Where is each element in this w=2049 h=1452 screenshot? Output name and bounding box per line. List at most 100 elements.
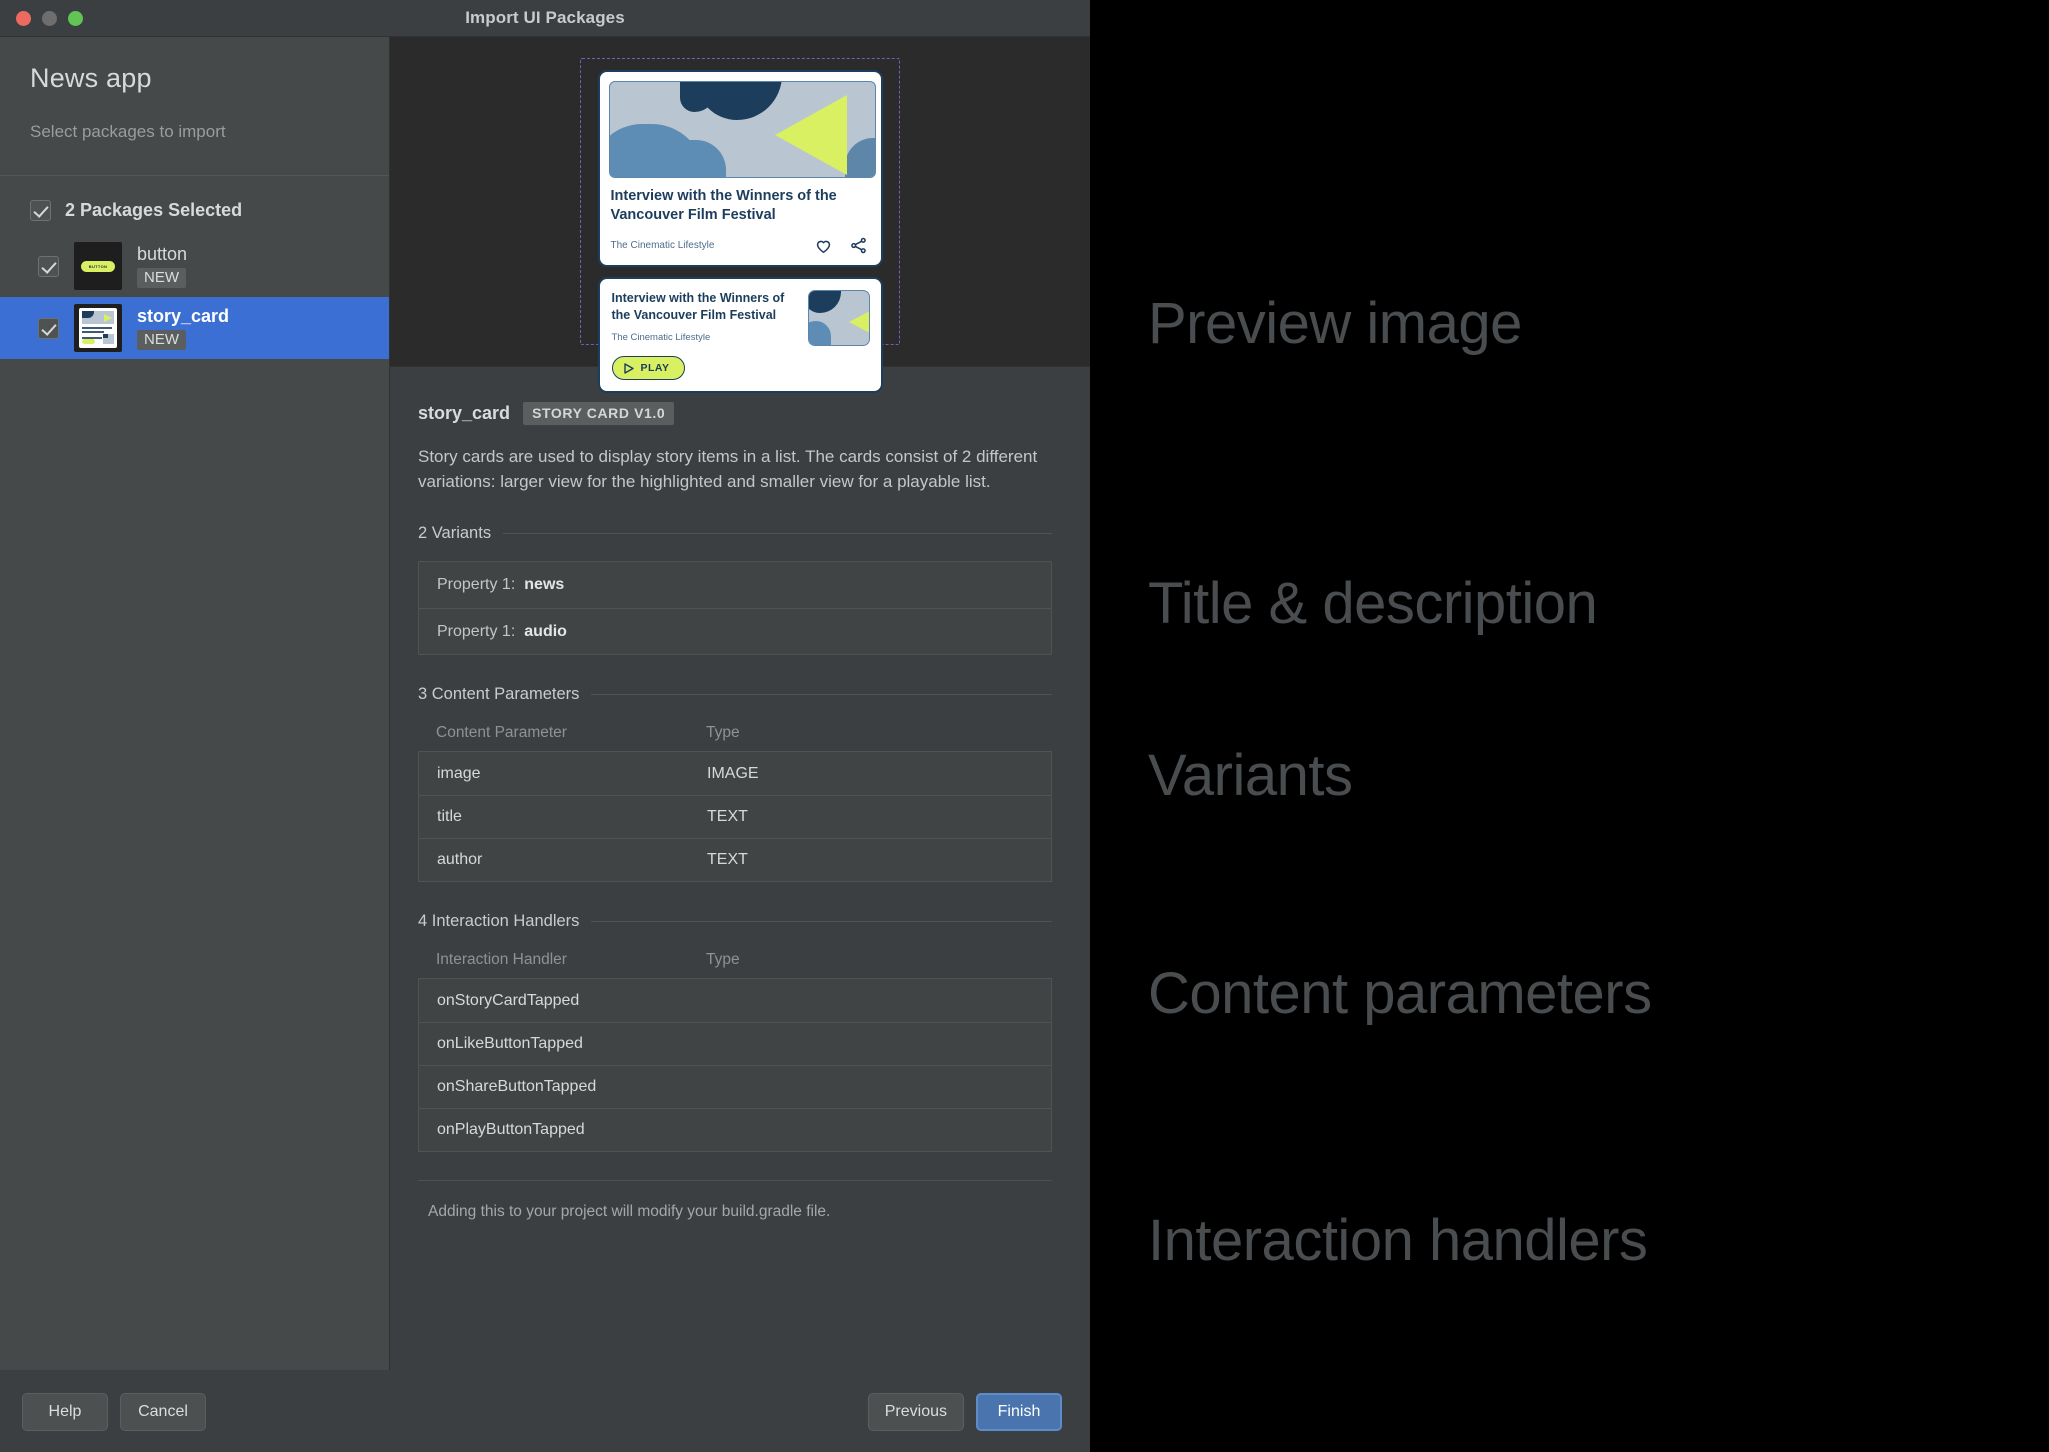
parameter-name: image [437,764,481,782]
preview-area: Interview with the Winners of the Vancou… [390,37,1090,394]
variant-value: audio [524,622,567,640]
component-details: story_card STORY CARD V1.0 Story cards a… [390,367,1090,1370]
finish-button[interactable]: Finish [976,1392,1062,1431]
content-parameters-rule [591,694,1052,696]
package-checkbox-button[interactable] [38,255,59,277]
annotation-interaction-handlers: Interaction handlers [1148,1208,1648,1273]
interaction-handlers-table: onStoryCardTapped onLikeButtonTapped onS… [418,978,1052,1153]
package-badge-button: NEW [137,268,186,288]
thumb-button-label: BUTTON [88,264,108,269]
small-card-row: Interview with the Winners of the Vancou… [612,290,870,347]
mini-image-icon [82,311,114,324]
image-blob-blue-3 [844,138,875,177]
small-image-play-triangle-icon [848,304,869,341]
parameter-type: TEXT [707,851,748,869]
packages-sidebar: News app Select packages to import 2 Pac… [0,37,390,1370]
story-card-mini-preview [79,308,117,348]
package-name-story-card: story_card [137,306,230,326]
small-card-text: Interview with the Winners of the Vancou… [612,290,798,346]
package-item-story-card[interactable]: story_card NEW [0,297,389,359]
column-header-content-parameter: Content Parameter [436,724,567,742]
package-thumbnail-button: BUTTON [74,242,122,290]
package-item-button[interactable]: BUTTON button NEW [0,235,389,297]
column-header-interaction-handler: Interaction Handler [436,951,567,969]
annotation-title-description: Title & description [1148,571,1598,636]
interaction-handlers-section-title: 4 Interaction Handlers [418,912,580,931]
component-header: story_card STORY CARD V1.0 [418,402,1052,425]
preview-selection-frame: Interview with the Winners of the Vancou… [580,58,900,394]
mini-play-pill-icon [82,339,95,344]
table-row[interactable]: onPlayButtonTapped [419,1108,1051,1152]
play-button-label: PLAY [640,362,670,375]
content-parameters-section-header: 3 Content Parameters [418,685,1052,704]
select-all-label: 2 Packages Selected [65,200,243,220]
card-title: Interview with the Winners of the Vancou… [610,188,837,224]
interaction-handlers-rule [591,921,1052,923]
parameter-name: author [437,851,483,869]
annotation-variants: Variants [1148,743,1353,808]
variant-key: Property 1: [437,622,516,640]
interaction-handlers-section: 4 Interaction Handlers Interaction Handl… [418,912,1052,1153]
previous-button[interactable]: Previous [867,1392,964,1431]
content-parameters-section: 3 Content Parameters Content Parameter T… [418,685,1052,883]
table-row[interactable]: Property 1: news [419,562,1051,609]
variants-section-header: 2 Variants [418,524,1052,543]
small-image-blob-blue [808,321,831,346]
sidebar-subtitle: Select packages to import [30,122,226,141]
small-card-author: The Cinematic Lifestyle [611,331,711,343]
table-row[interactable]: title TEXT [419,795,1051,839]
window-titlebar: Import UI Packages [0,0,1090,37]
parameter-type: IMAGE [707,764,759,782]
status-message: Adding this to your project will modify … [428,1203,831,1221]
table-row[interactable]: Property 1: audio [419,608,1051,655]
screenshot-root: Import UI Packages News app Select packa… [0,0,2049,1452]
play-triangle-icon [623,363,634,374]
small-card-title: Interview with the Winners of the Vancou… [611,291,785,322]
share-icon[interactable] [849,236,868,255]
variant-key: Property 1: [437,576,516,594]
handler-name: onShareButtonTapped [437,1078,597,1096]
parameter-type: TEXT [707,808,748,826]
table-row[interactable]: image IMAGE [419,752,1051,796]
table-row[interactable]: onShareButtonTapped [419,1065,1051,1109]
cancel-button[interactable]: Cancel [120,1392,206,1431]
variants-section: 2 Variants Property 1: news Property 1: … [418,524,1052,656]
mini-image-2-icon [103,334,114,344]
help-button[interactable]: Help [22,1392,108,1431]
import-ui-packages-window: Import UI Packages News app Select packa… [0,0,1090,1452]
variants-section-title: 2 Variants [418,524,492,543]
table-row[interactable]: author TEXT [419,838,1051,882]
content-parameters-table: image IMAGE title TEXT author TEXT [418,751,1052,883]
detail-pane: Interview with the Winners of the Vancou… [390,37,1090,1370]
table-row[interactable]: onLikeButtonTapped [419,1022,1051,1066]
small-card-thumbnail [807,290,870,347]
parameter-name: title [437,808,462,826]
handler-name: onStoryCardTapped [437,991,580,1009]
variants-table: Property 1: news Property 1: audio [418,561,1052,656]
package-meta-story-card: story_card NEW [137,306,229,350]
package-list: 2 Packages Selected BUTTON button NEW st… [0,176,389,1370]
card-author: The Cinematic Lifestyle [610,240,715,252]
package-thumbnail-story-card [74,304,122,352]
dialog-footer: Help Cancel Previous Finish [0,1370,1090,1452]
interaction-handlers-section-header: 4 Interaction Handlers [418,912,1052,931]
table-row[interactable]: onStoryCardTapped [419,979,1051,1023]
heart-icon[interactable] [814,236,833,255]
play-button[interactable]: PLAY [611,356,685,381]
window-title: Import UI Packages [465,8,625,27]
column-header-type: Type [706,724,740,742]
column-header-type: Type [706,951,740,969]
preview-card-news-variant: Interview with the Winners of the Vancou… [597,70,883,268]
component-description: Story cards are used to display story it… [418,447,1038,491]
image-play-triangle-icon [774,95,847,175]
handler-name: onLikeButtonTapped [437,1035,583,1053]
select-all-checkbox[interactable] [30,200,51,221]
sidebar-header: News app Select packages to import [0,37,389,175]
select-all-row[interactable]: 2 Packages Selected [0,176,389,221]
package-checkbox-story-card[interactable] [38,317,59,339]
handler-name: onPlayButtonTapped [437,1121,585,1139]
content-parameters-section-title: 3 Content Parameters [418,685,580,704]
status-bar: Adding this to your project will modify … [418,1180,1052,1221]
component-version-badge: STORY CARD V1.0 [523,402,675,425]
interaction-handlers-columns: Interaction Handler Type [418,951,1052,969]
